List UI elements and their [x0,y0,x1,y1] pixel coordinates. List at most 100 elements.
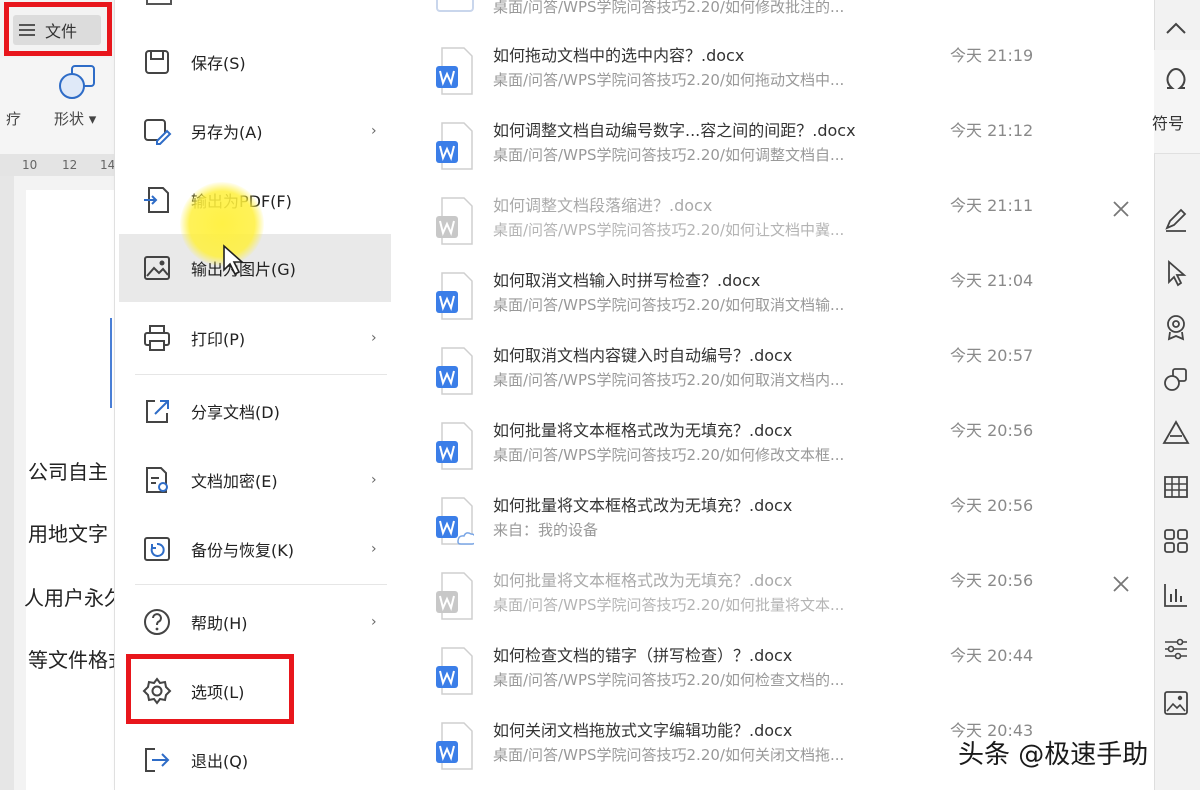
chevron-right-icon: › [371,541,377,557]
save-as-icon [144,119,172,145]
menu-item-label: 帮助(H) [191,614,248,633]
export-image-icon [144,256,170,280]
file-name: 如何取消文档输入时拼写检查？.docx [493,271,761,290]
shape-dropdown-label[interactable]: 形状 ▾ [54,108,96,129]
file-time: 今天 21:04 [950,271,1034,290]
export-pdf-icon [144,187,169,213]
word-document-icon [436,497,474,545]
mouse-pointer-icon [223,244,245,276]
menu-divider [135,374,387,375]
recent-file-row[interactable]: 如何取消文档输入时拼写检查？.docx 桌面/问答/WPS学院问答技巧2.20/如… [394,265,1134,340]
document-page[interactable] [26,190,114,790]
file-path: 桌面/问答/WPS学院问答技巧2.20/如何关闭文档拖... [493,746,845,764]
recent-file-row[interactable]: 如何检查文档的错字（拼写检查）？.docx 桌面/问答/WPS学院问答技巧2.20… [394,640,1134,715]
ruler-tick: 12 [62,158,78,172]
document-text-line: 公司自主 [28,460,108,484]
watermark: 头条 @极速手助 [958,740,1149,770]
menu-item-label: 退出(Q) [191,752,249,771]
partial-menu-icon [146,0,172,5]
image-icon[interactable] [1161,688,1191,718]
ruler-tick: 10 [22,158,38,172]
menu-item-label: 备份与恢复(K) [191,541,294,560]
chart-icon[interactable] [1161,580,1191,610]
menu-item-print[interactable]: 打印(P) › [119,310,391,366]
menu-item-share[interactable]: 分享文档(D) [119,383,391,439]
close-icon[interactable] [1112,575,1130,593]
file-path: 桌面/问答/WPS学院问答技巧2.20/如何取消文档内... [493,371,845,389]
menu-item-exit[interactable]: 退出(Q) [119,732,391,788]
shape-icon[interactable] [58,64,98,100]
menu-item-help[interactable]: 帮助(H) › [119,594,391,650]
file-name: 如何调整文档自动编号数字...容之间的间距？.docx [493,121,856,140]
file-path: 桌面/问答/WPS学院问答技巧2.20/如何调整文档自... [493,146,845,164]
file-name: 如何批量将文本框格式改为无填充？.docx [493,571,793,590]
options-highlight-box [126,654,294,724]
word-document-icon [436,122,473,170]
document-area: 疗 形状 ▾ 10 12 14 公司自主 用地文字 人用户永久 等文件格式 [0,0,114,790]
word-document-icon [436,272,473,320]
chevron-right-icon: › [371,472,377,488]
word-document-icon [436,47,473,95]
word-document-icon [436,722,473,770]
file-path: 桌面/问答/WPS学院问答技巧2.20/如何让文档中冀... [493,221,845,239]
menu-divider [135,584,387,585]
triangle-icon[interactable] [1161,418,1191,448]
ribbon-stub-label[interactable]: 疗 [6,108,21,129]
chevron-right-icon: › [371,614,377,630]
menu-item-label: 文档加密(E) [191,472,278,491]
select-pointer-icon[interactable] [1161,258,1191,288]
chevron-right-icon: › [371,123,377,139]
shapes-icon[interactable] [1161,364,1191,394]
horizontal-ruler: 10 12 14 [0,154,114,176]
menu-item-save[interactable]: 保存(S) [119,34,391,90]
word-document-icon [436,347,473,395]
file-time: 今天 20:56 [950,571,1034,590]
settings-sliders-icon[interactable] [1161,634,1191,664]
menu-item-label: 分享文档(D) [191,403,280,422]
file-time: 今天 21:19 [950,46,1034,65]
encrypt-icon [146,467,168,493]
file-menu-button[interactable]: 文件 [13,15,101,45]
file-path: 来自：我的设备 [493,521,599,539]
omega-icon[interactable] [1161,64,1191,94]
close-icon[interactable] [1112,200,1130,218]
word-document-icon [436,197,473,245]
file-name: 如何调整文档段落缩进？.docx [493,196,713,215]
recent-file-row[interactable]: 如何批量将文本框格式改为无填充？.docx 来自：我的设备 今天 20:56 [394,490,1134,565]
file-time: 今天 20:56 [950,421,1034,440]
table-icon[interactable] [1161,472,1191,502]
print-icon [144,325,170,351]
location-icon[interactable] [1161,312,1191,342]
ruler-tick: 14 [100,158,114,172]
file-menu-button-highlight[interactable]: 文件 [4,2,112,56]
file-time: 今天 20:57 [950,346,1034,365]
file-name: 如何拖动文档中的选中内容？.docx [493,46,745,65]
recent-file-row[interactable]: 如何调整文档段落缩进？.docx 桌面/问答/WPS学院问答技巧2.20/如何让文… [394,190,1134,265]
document-text-line: 等文件格式 [28,648,114,672]
symbol-label[interactable]: 符号 [1152,110,1184,134]
pen-icon[interactable] [1161,204,1191,234]
menu-item-label: 另存为(A) [191,123,263,142]
file-name: 如何批量将文本框格式改为无填充？.docx [493,496,793,515]
recent-file-row[interactable]: 如何拖动文档中的选中内容？.docx 桌面/问答/WPS学院问答技巧2.20/如何… [394,40,1134,115]
chevron-right-icon: › [371,330,377,346]
vertical-ruler [0,176,14,790]
menu-item-backup[interactable]: 备份与恢复(K) › [119,521,391,577]
menu-item-save-as[interactable]: 另存为(A) › [119,103,391,159]
recent-file-row[interactable]: 如何调整文档自动编号数字...容之间的间距？.docx 桌面/问答/WPS学院问答… [394,115,1134,190]
hamburger-icon [19,24,35,36]
recent-file-row[interactable]: 如何取消文档内容键入时自动编号？.docx 桌面/问答/WPS学院问答技巧2.20… [394,340,1134,415]
recent-file-row[interactable]: 如何批量将文本框格式改为无填充？.docx 桌面/问答/WPS学院问答技巧2.20… [394,565,1134,640]
word-document-icon [436,647,473,695]
file-time: 今天 21:12 [950,121,1034,140]
file-time: 今天 20:44 [950,646,1034,665]
file-name: 如何取消文档内容键入时自动编号？.docx [493,346,793,365]
chevron-up-icon[interactable] [1161,14,1191,44]
menu-item-encrypt[interactable]: 文档加密(E) › [119,452,391,508]
file-name: 如何关闭文档拖放式文字编辑功能？.docx [493,721,793,740]
recent-file-row[interactable]: 如何批量将文本框格式改为无填充？.docx 桌面/问答/WPS学院问答技巧2.20… [394,415,1134,490]
file-path: 桌面/问答/WPS学院问答技巧2.20/如何批量将文本... [493,596,845,614]
apps-icon[interactable] [1161,526,1191,556]
file-path: 桌面/问答/WPS学院问答技巧2.20/如何修改文本框... [493,446,845,464]
file-path: 桌面/问答/WPS学院问答技巧2.20/如何取消文档输... [493,296,845,314]
